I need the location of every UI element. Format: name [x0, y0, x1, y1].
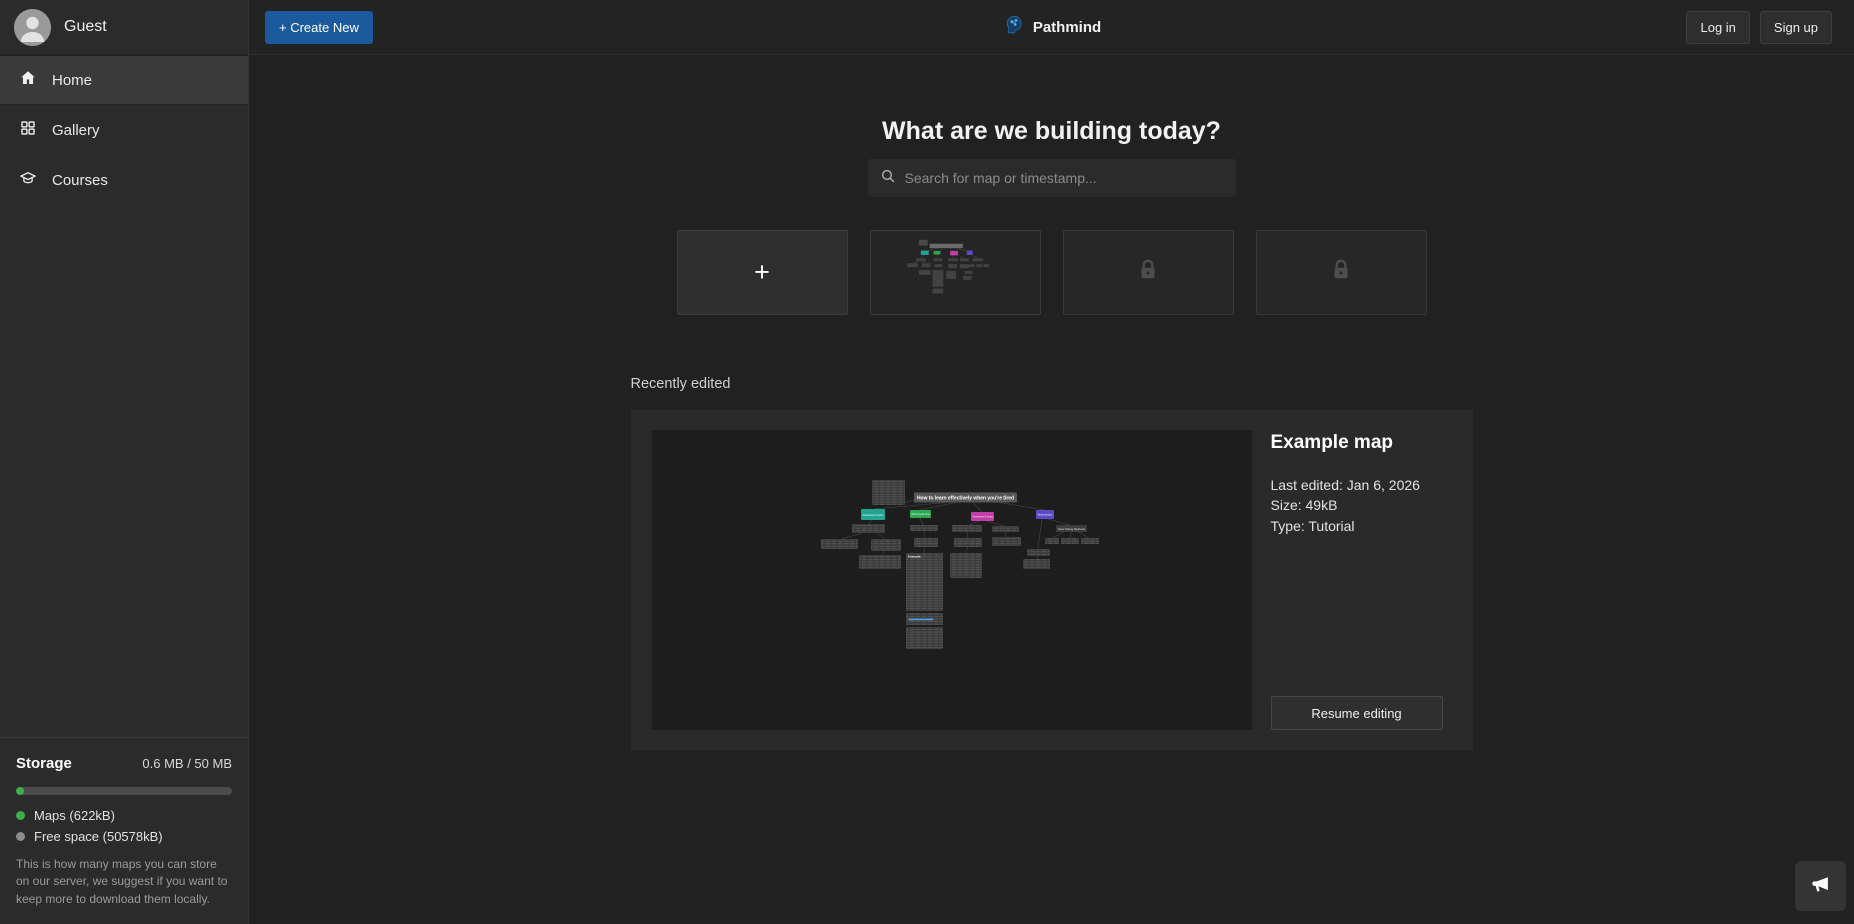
legend-maps: Maps (622kB) [16, 808, 232, 823]
sidebar-item-gallery[interactable]: Gallery [0, 105, 248, 155]
map-branch-label: Micro-learning [911, 512, 930, 516]
storage-usage: 0.6 MB / 50 MB [142, 756, 232, 771]
map-link-text [908, 619, 933, 621]
brand-name: Pathmind [1033, 19, 1101, 36]
sidebar: Guest Home [0, 0, 249, 924]
sidebar-item-label: Home [52, 72, 92, 89]
map-type: Type: Tutorial [1271, 516, 1452, 536]
map-child-nodes [821, 524, 1099, 649]
sidebar-item-label: Gallery [52, 122, 100, 139]
search-input[interactable] [905, 170, 1224, 186]
recently-edited-label: Recently edited [631, 376, 1473, 392]
resume-editing-button[interactable]: Resume editing [1271, 696, 1443, 730]
storage-panel: Storage 0.6 MB / 50 MB Maps (622kB) Free… [0, 737, 248, 924]
locked-template-card[interactable] [1256, 230, 1427, 315]
search-bar[interactable] [868, 159, 1236, 197]
pathmind-logo-icon [1002, 14, 1024, 41]
example-template-card[interactable] [870, 230, 1041, 315]
signup-button[interactable]: Sign up [1760, 11, 1832, 44]
sidebar-nav: Home Gallery [0, 55, 248, 205]
main-area: + Create New Pathmind Log in Sign up [249, 0, 1854, 924]
page-title: What are we building today? [631, 117, 1473, 146]
free-space-dot-icon [16, 832, 25, 841]
search-icon [880, 168, 896, 189]
brand: Pathmind [1002, 14, 1101, 41]
login-button[interactable]: Log in [1686, 11, 1749, 44]
mini-map-thumbnail [871, 231, 1040, 314]
map-note-taking-label: Note-Taking Methods [1058, 527, 1086, 531]
feedback-button[interactable] [1795, 861, 1846, 911]
user-profile[interactable]: Guest [0, 0, 248, 55]
storage-title: Storage [16, 755, 72, 772]
app-root: Guest Home [0, 0, 1854, 924]
storage-note: This is how many maps you can store on o… [16, 856, 232, 908]
graduation-cap-icon [19, 169, 37, 191]
auth-buttons: Log in Sign up [1686, 11, 1832, 44]
sidebar-item-label: Courses [52, 172, 108, 189]
map-example-label: Example: [908, 555, 921, 559]
storage-progress-bar [16, 787, 232, 795]
megaphone-icon [1810, 874, 1832, 899]
lock-icon [1328, 257, 1354, 288]
user-name: Guest [64, 18, 107, 36]
map-branch-label: Environment & timing [972, 514, 992, 518]
legend-label: Maps (622kB) [34, 808, 115, 823]
map-size: Size: 49kB [1271, 495, 1452, 515]
sidebar-item-courses[interactable]: Courses [0, 155, 248, 205]
recent-map-info: Example map Last edited: Jan 6, 2026 Siz… [1271, 430, 1452, 730]
maps-dot-icon [16, 811, 25, 820]
lock-icon [1135, 257, 1161, 288]
map-last-edited: Last edited: Jan 6, 2026 [1271, 475, 1452, 495]
legend-label: Free space (50578kB) [34, 829, 163, 844]
map-title: Example map [1271, 432, 1452, 454]
gallery-grid-icon [19, 119, 37, 141]
home-icon [19, 69, 37, 91]
topbar: + Create New Pathmind Log in Sign up [249, 0, 1854, 55]
template-cards: + [631, 230, 1473, 315]
sidebar-item-home[interactable]: Home [0, 55, 248, 105]
create-new-map-card[interactable]: + [677, 230, 848, 315]
avatar [14, 9, 51, 46]
map-preview-svg: How to learn effectively when you're tir… [652, 430, 1252, 730]
create-new-button[interactable]: + Create New [265, 11, 373, 44]
plus-icon: + [754, 259, 770, 286]
map-thumbnail[interactable]: How to learn effectively when you're tir… [652, 430, 1252, 730]
map-branch-label: Understanding the problem [862, 513, 883, 517]
storage-legend: Maps (622kB) Free space (50578kB) [16, 808, 232, 844]
main-content: What are we building today? + [249, 55, 1854, 924]
storage-progress-fill [16, 787, 24, 795]
legend-free-space: Free space (50578kB) [16, 829, 232, 844]
recent-map-card: How to learn effectively when you're tir… [631, 410, 1473, 750]
map-branch-label: Practical techniques [1037, 512, 1052, 516]
map-root-label: How to learn effectively when you're tir… [917, 496, 1014, 502]
locked-template-card[interactable] [1063, 230, 1234, 315]
